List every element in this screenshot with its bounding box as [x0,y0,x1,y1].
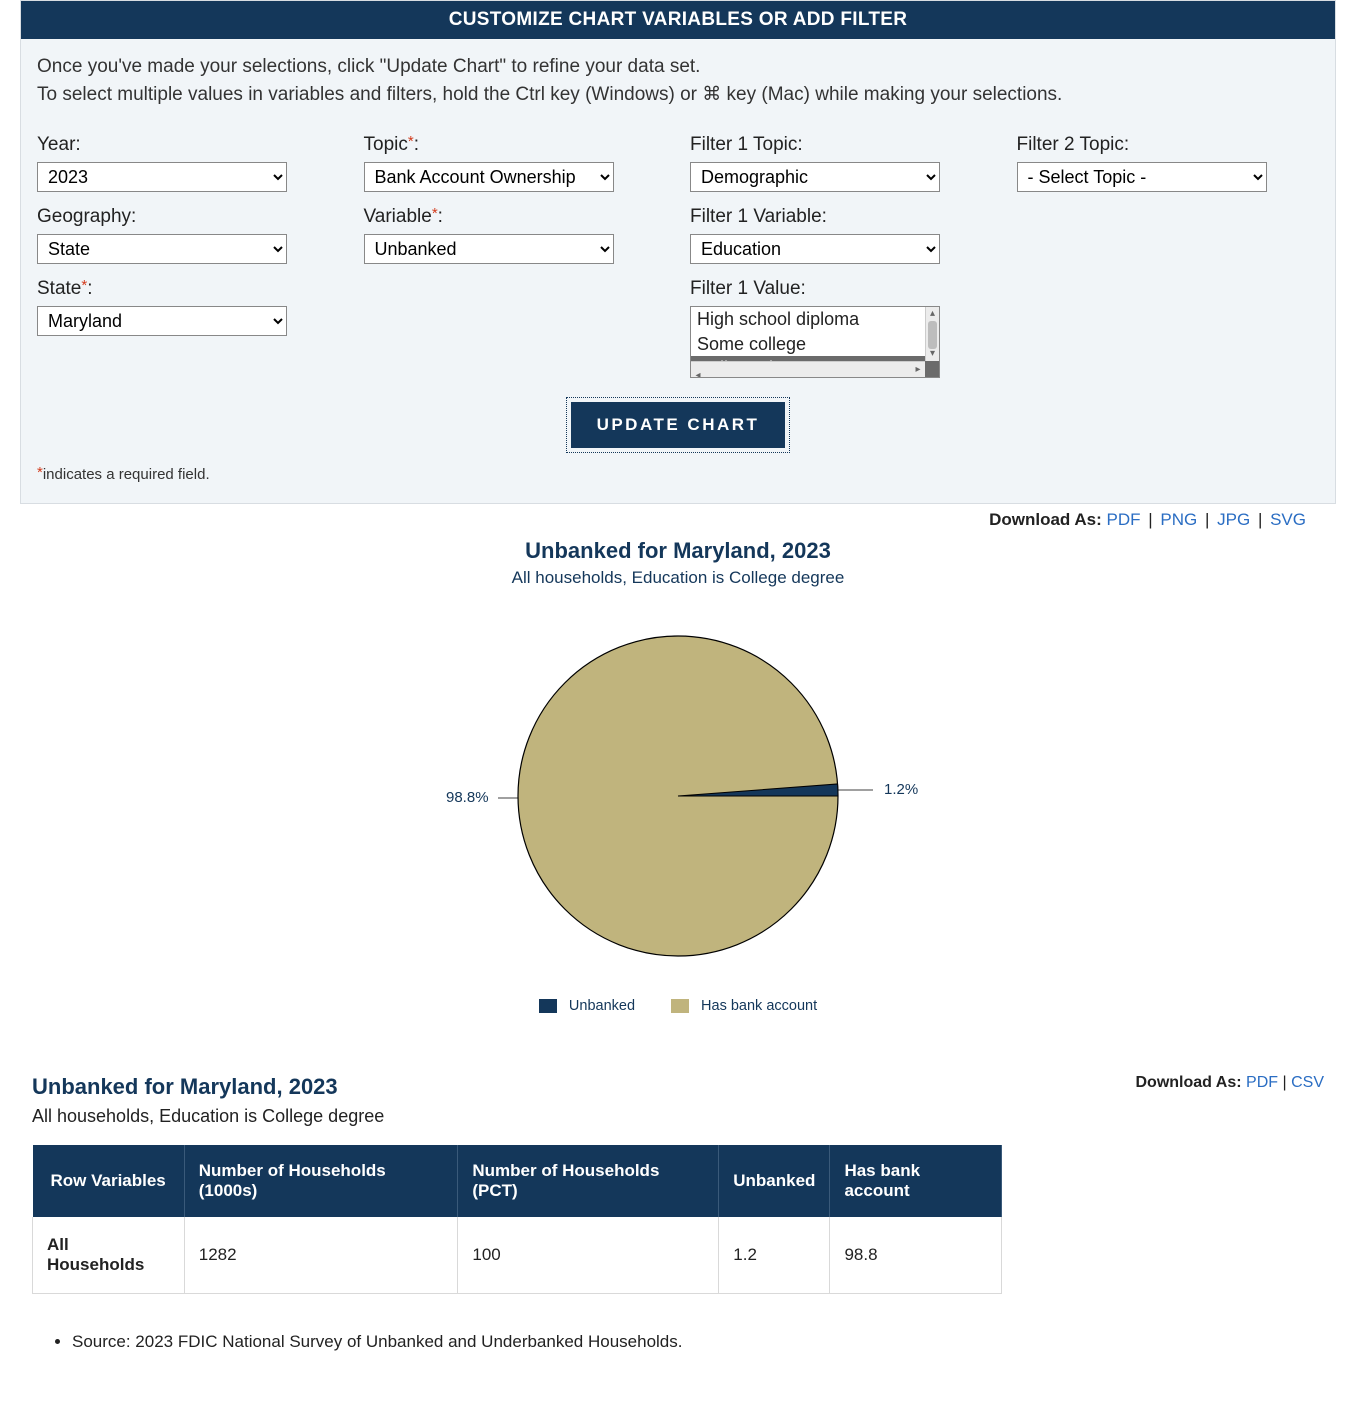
chart-title: Unbanked for Maryland, 2023 [20,538,1336,564]
chart-area: Unbanked for Maryland, 2023 All househol… [20,532,1336,1044]
filter1-value-option[interactable]: Some college [691,332,939,357]
topic-select[interactable]: Bank Account Ownership [364,162,614,192]
filter1-value-multiselect[interactable]: High school diploma Some college College… [690,306,940,378]
filter1-value-label: Filter 1 Value: [690,278,993,300]
legend-swatch-icon [671,999,689,1013]
table-header: Number of Households (PCT) [458,1145,719,1217]
download-pdf-link[interactable]: PDF [1107,510,1141,529]
legend-item-unbanked: Unbanked [539,998,635,1014]
scroll-down-icon[interactable]: ▾ [926,347,939,361]
geography-select[interactable]: State [37,234,287,264]
filter2-topic-select[interactable]: - Select Topic - [1017,162,1267,192]
table-cell: All Households [33,1217,185,1294]
table-cell: 1282 [184,1217,458,1294]
data-table: Row Variables Number of Households (1000… [32,1145,1002,1294]
instructions-line2: To select multiple values in variables a… [37,84,1062,105]
download-png-link[interactable]: PNG [1160,510,1197,529]
table-header: Row Variables [33,1145,185,1217]
table-header: Unbanked [719,1145,830,1217]
instructions-line1: Once you've made your selections, click … [37,56,700,77]
table-cell: 98.8 [830,1217,1002,1294]
table-cell: 1.2 [719,1217,830,1294]
table-cell: 100 [458,1217,719,1294]
filter1-topic-select[interactable]: Demographic [690,162,940,192]
table-header: Number of Households (1000s) [184,1145,458,1217]
scroll-up-icon[interactable]: ▴ [926,307,939,321]
table-download-bar: Download As: PDF | CSV [1136,1074,1325,1092]
filter-panel: CUSTOMIZE CHART VARIABLES OR ADD FILTER … [20,0,1336,504]
topic-label: Topic*: [364,134,667,156]
pie-label-hasbank: 98.8% [446,789,489,806]
update-chart-button[interactable]: UPDATE CHART [571,402,786,448]
filter1-value-option[interactable]: High school diploma [691,307,939,332]
pie-label-unbanked: 1.2% [884,781,918,798]
state-label: State*: [37,278,340,300]
panel-title: CUSTOMIZE CHART VARIABLES OR ADD FILTER [21,1,1335,39]
year-select[interactable]: 2023 [37,162,287,192]
pie-chart: 1.2% 98.8% [398,616,958,976]
legend-swatch-icon [539,999,557,1013]
legend-item-hasbank: Has bank account [671,998,817,1014]
filter2-topic-label: Filter 2 Topic: [1017,134,1320,156]
filter1-variable-select[interactable]: Education [690,234,940,264]
source-note: Source: 2023 FDIC National Survey of Unb… [72,1332,1324,1352]
scroll-left-icon[interactable]: ◂ [691,368,705,378]
scrollbar-horizontal[interactable]: ◂ ▸ [691,361,925,377]
filter1-topic-label: Filter 1 Topic: [690,134,993,156]
download-svg-link[interactable]: SVG [1270,510,1306,529]
table-row: All Households 1282 100 1.2 98.8 [33,1217,1002,1294]
instructions: Once you've made your selections, click … [37,53,1319,108]
download-jpg-link[interactable]: JPG [1217,510,1250,529]
variable-select[interactable]: Unbanked [364,234,614,264]
geography-label: Geography: [37,206,340,228]
table-download-pdf-link[interactable]: PDF [1246,1074,1278,1091]
table-subtitle: All households, Education is College deg… [32,1106,384,1127]
chart-legend: Unbanked Has bank account [20,998,1336,1014]
chart-download-bar: Download As: PDF | PNG | JPG | SVG [20,504,1336,532]
table-header: Has bank account [830,1145,1002,1217]
table-header-row: Row Variables Number of Households (1000… [33,1145,1002,1217]
variable-label: Variable*: [364,206,667,228]
table-title: Unbanked for Maryland, 2023 [32,1074,384,1100]
year-label: Year: [37,134,340,156]
chart-subtitle: All households, Education is College deg… [20,568,1336,588]
state-select[interactable]: Maryland [37,306,287,336]
filter1-variable-label: Filter 1 Variable: [690,206,993,228]
table-download-csv-link[interactable]: CSV [1291,1074,1324,1091]
scroll-right-icon[interactable]: ▸ [911,362,925,378]
scrollbar-vertical[interactable]: ▴ ▾ [925,307,939,361]
required-footnote: *indicates a required field. [37,466,1319,483]
